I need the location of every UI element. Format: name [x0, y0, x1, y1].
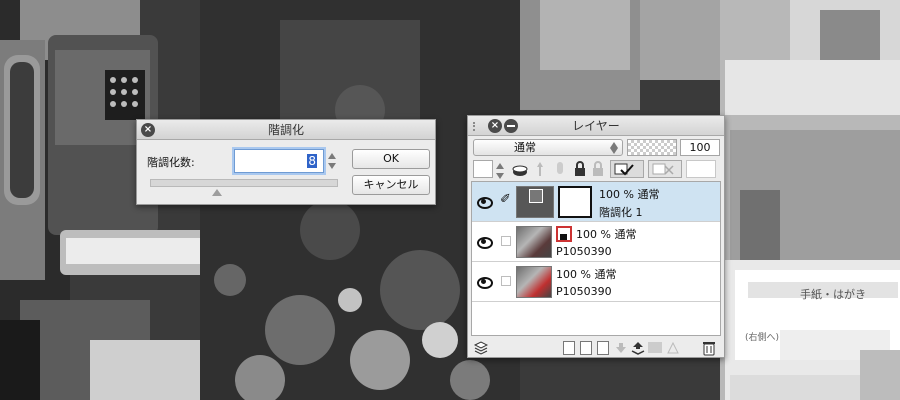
- posterize-dialog: × 階調化 階調化数: 8 OK キャンセル: [136, 119, 436, 205]
- layer-color-swatch[interactable]: [473, 160, 493, 178]
- levels-input[interactable]: 8: [234, 149, 324, 173]
- edit-pen-icon: ✐: [500, 192, 511, 207]
- new-raster-layer-icon[interactable]: [563, 341, 575, 355]
- transfer-down-icon[interactable]: [615, 342, 627, 357]
- draft-icon[interactable]: [554, 160, 566, 178]
- minimize-icon[interactable]: [504, 119, 518, 133]
- edit-target-box[interactable]: [501, 276, 511, 286]
- levels-slider-thumb[interactable]: [212, 189, 222, 196]
- layer-option-icon[interactable]: [686, 160, 716, 178]
- levels-input-value: 8: [307, 154, 317, 168]
- stepper-up-icon[interactable]: [328, 153, 336, 159]
- layer-name: 階調化 1: [599, 206, 643, 219]
- trash-icon[interactable]: [702, 340, 716, 359]
- layer-stack-icon[interactable]: [473, 341, 489, 358]
- layer-mask-icon[interactable]: [648, 342, 662, 353]
- layer-color-stepper[interactable]: [494, 160, 506, 182]
- layer-panel-title: レイヤー: [572, 119, 620, 133]
- layer-opacity-mode: 100 % 通常: [556, 268, 617, 281]
- layer-row[interactable]: 100 % 通常 P1050390: [472, 262, 720, 302]
- canvas-background-image: 手紙・はがき (右側へ): [0, 0, 900, 400]
- mask-thumbnail: [558, 186, 592, 218]
- layer-panel: × レイヤー 通常 100 ✐ 100 % 通常 階調化 1 100 % 通常 …: [467, 115, 725, 358]
- cancel-button[interactable]: キャンセル: [352, 175, 430, 195]
- layer-name: P1050390: [556, 285, 612, 298]
- clear-layer-icon[interactable]: [666, 341, 680, 358]
- opacity-slider[interactable]: [627, 139, 677, 156]
- levels-slider-track[interactable]: [150, 179, 338, 187]
- mask-icon[interactable]: [534, 160, 546, 178]
- photo-layer-thumbnail: [516, 226, 552, 258]
- layer-tools-row: [468, 158, 724, 180]
- visibility-eye-icon[interactable]: [477, 194, 493, 209]
- correction-layer-thumbnail: [516, 186, 554, 218]
- edit-target-box[interactable]: [501, 236, 511, 246]
- reference-toggle-icon[interactable]: [648, 160, 682, 178]
- panel-grip-icon[interactable]: [473, 122, 481, 131]
- blend-mode-value: 通常: [514, 141, 536, 154]
- layer-row[interactable]: 100 % 通常 P1050390: [472, 222, 720, 262]
- photo-layer-thumbnail: [516, 266, 552, 298]
- close-icon[interactable]: ×: [488, 119, 502, 133]
- new-vector-layer-icon[interactable]: [580, 341, 592, 355]
- close-icon[interactable]: ×: [141, 123, 155, 137]
- blend-mode-select[interactable]: 通常: [473, 139, 623, 156]
- posterize-dialog-title: 階調化: [267, 123, 304, 137]
- posterize-dialog-titlebar[interactable]: × 階調化: [137, 120, 435, 140]
- svg-text:(右側へ): (右側へ): [745, 331, 779, 343]
- lock-icon[interactable]: [572, 160, 588, 178]
- opacity-input[interactable]: 100: [680, 139, 720, 156]
- visibility-eye-icon[interactable]: [477, 234, 493, 249]
- merge-down-icon[interactable]: [631, 341, 645, 358]
- ok-button[interactable]: OK: [352, 149, 430, 169]
- layer-opacity-mode: 100 % 通常: [576, 228, 637, 241]
- raster-layer-icon: [556, 226, 572, 242]
- clip-to-below-icon[interactable]: [610, 160, 644, 178]
- levels-label: 階調化数:: [147, 156, 195, 169]
- reference-layer-icon[interactable]: [512, 160, 528, 178]
- new-folder-icon[interactable]: [597, 341, 609, 355]
- lock-transparency-icon[interactable]: [590, 160, 606, 178]
- layer-row[interactable]: ✐ 100 % 通常 階調化 1: [472, 182, 720, 222]
- layer-opacity-mode: 100 % 通常: [599, 188, 660, 201]
- levels-stepper[interactable]: [326, 150, 338, 172]
- visibility-eye-icon[interactable]: [477, 274, 493, 289]
- layer-list: ✐ 100 % 通常 階調化 1 100 % 通常 P1050390 100 %…: [471, 181, 721, 336]
- layer-panel-bottombar: [468, 338, 724, 358]
- blend-mode-arrows-icon: [608, 137, 620, 159]
- blend-opacity-row: 通常 100: [468, 137, 724, 159]
- layer-panel-titlebar[interactable]: × レイヤー: [468, 116, 724, 136]
- svg-text:手紙・はがき: 手紙・はがき: [800, 287, 866, 301]
- layer-name: P1050390: [556, 245, 612, 258]
- stepper-down-icon[interactable]: [328, 163, 336, 169]
